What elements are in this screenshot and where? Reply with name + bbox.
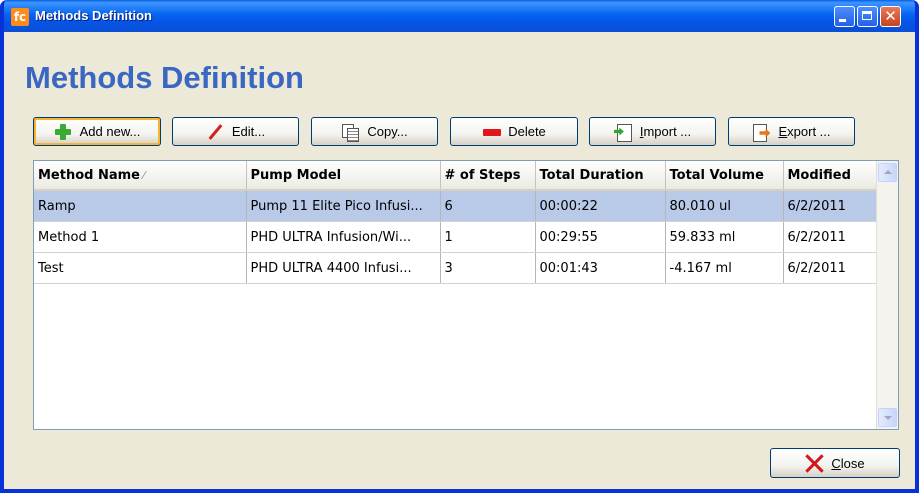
cell-pump-model: PHD ULTRA 4400 Infusi... [246,252,441,284]
methods-definition-window: fc Methods Definition ✕ Methods Definiti… [0,0,919,493]
window-close-button[interactable]: ✕ [880,6,901,27]
cell-method-name: Test [34,252,247,284]
title-bar[interactable]: fc Methods Definition ✕ [4,0,915,32]
cell-total-duration: 00:00:22 [535,190,666,222]
column-header-total-volume[interactable]: Total Volume [665,161,784,191]
export-button[interactable]: Export ... [728,117,855,146]
page-title: Methods Definition [25,60,304,95]
copy-button[interactable]: Copy... [311,117,438,146]
table-row[interactable]: Method 1 PHD ULTRA Infusion/Wi... 1 00:2… [34,221,878,253]
close-x-icon [805,454,823,472]
table-row[interactable]: Ramp Pump 11 Elite Pico Infusi... 6 00:0… [34,190,878,222]
cell-modified: 6/2/2011 [783,252,878,284]
cell-modified: 6/2/2011 [783,221,878,253]
copy-label: Copy... [367,124,408,139]
table-row[interactable]: Test PHD ULTRA 4400 Infusi... 3 00:01:43… [34,252,878,284]
maximize-button[interactable] [857,6,878,27]
import-label-rest: mport ... [643,124,692,139]
minus-icon [482,123,502,141]
export-label-rest: xport ... [787,124,831,139]
maximize-icon [862,11,872,20]
cell-total-volume: 59.833 ml [665,221,784,253]
delete-label: Delete [508,124,546,139]
cell-pump-model: PHD ULTRA Infusion/Wi... [246,221,441,253]
export-mnemonic: E [778,124,788,139]
app-icon: fc [11,8,29,26]
minimize-icon [839,19,846,22]
cell-steps: 6 [440,190,536,222]
methods-table: Method Name ⁄ Pump Model # of Steps Total… [33,160,899,430]
close-label: Close [831,456,864,471]
edit-label: Edit... [231,124,266,139]
vertical-scrollbar[interactable] [876,161,898,429]
import-label: Import ... [640,124,691,139]
cell-steps: 3 [440,252,536,284]
cell-total-volume: 80.010 ul [665,190,784,222]
cell-steps: 1 [440,221,536,253]
import-button[interactable]: Import ... [589,117,716,146]
column-header-steps[interactable]: # of Steps [440,161,536,191]
column-header-method-name[interactable]: Method Name ⁄ [34,161,247,191]
cell-modified: 6/2/2011 [783,190,878,222]
cell-total-duration: 00:01:43 [535,252,666,284]
close-button[interactable]: Close [770,448,900,478]
cell-method-name: Method 1 [34,221,247,253]
export-icon [752,123,770,142]
close-icon: ✕ [884,7,897,25]
add-new-button[interactable]: Add new... [33,117,161,146]
pencil-icon [206,123,224,141]
plus-icon [54,123,72,141]
scroll-up-button[interactable] [878,163,897,182]
scroll-down-button[interactable] [878,408,897,427]
import-icon [614,123,632,142]
cell-total-volume: -4.167 ml [665,252,784,284]
column-header-pump-model[interactable]: Pump Model [246,161,441,191]
cell-pump-model: Pump 11 Elite Pico Infusi... [246,190,441,222]
delete-button[interactable]: Delete [450,117,578,146]
column-header-total-duration[interactable]: Total Duration [535,161,666,191]
sort-ascending-icon: ⁄ [143,168,145,182]
window-title: Methods Definition [35,8,152,23]
edit-button[interactable]: Edit... [172,117,299,146]
column-header-label: Method Name [38,167,141,183]
minimize-button[interactable] [834,6,855,27]
table-header-row: Method Name ⁄ Pump Model # of Steps Total… [34,161,878,191]
copy-icon [341,123,360,142]
add-new-label: Add new... [79,124,141,139]
close-mnemonic: C [831,455,841,471]
export-label: Export ... [778,124,830,139]
cell-method-name: Ramp [34,190,247,222]
column-header-modified[interactable]: Modified [783,161,878,191]
cell-total-duration: 00:29:55 [535,221,666,253]
close-label-rest: lose [840,455,865,471]
